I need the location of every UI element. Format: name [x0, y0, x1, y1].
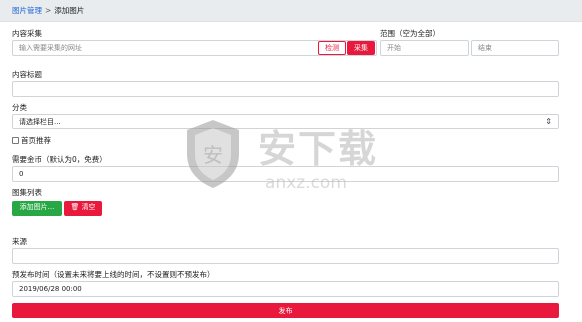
coins-label: 需要金币（默认为0，免费） — [12, 155, 107, 164]
range-end-placeholder: 结束 — [478, 44, 492, 52]
breadcrumb-separator: > — [45, 6, 52, 15]
breadcrumb-current: 添加图片 — [54, 6, 85, 15]
detect-button[interactable]: 检测 — [318, 41, 346, 55]
watermark-brand: 安下载 — [258, 127, 379, 171]
trash-icon: 🗑 — [70, 203, 80, 211]
publish-time-label: 预发布时间（设置未来将要上线的时间，不设置则不预发布） — [12, 270, 215, 279]
watermark-shield-icon: 安 — [183, 118, 243, 190]
watermark-domain: anxz.com — [265, 173, 347, 193]
source-input[interactable] — [12, 248, 559, 264]
title-label: 内容标题 — [12, 70, 42, 79]
range-start-placeholder: 开始 — [387, 44, 401, 52]
title-input[interactable] — [12, 81, 559, 97]
breadcrumb: 图片管理 > 添加图片 — [0, 0, 582, 22]
select-arrows-icon: ⇕ — [545, 117, 552, 126]
publish-time-input[interactable]: 2019/06/28 00:00 — [12, 281, 559, 297]
publish-button[interactable]: 发布 — [12, 303, 559, 318]
range-start-input[interactable]: 开始 — [380, 40, 469, 56]
range-label: 范围（空为全部） — [380, 29, 440, 38]
gallery-label: 图集列表 — [12, 188, 42, 197]
collect-label: 内容采集 — [12, 29, 42, 38]
source-label: 来源 — [12, 237, 27, 246]
collect-button[interactable]: 采集 — [347, 41, 375, 55]
clear-button[interactable]: 🗑 清空 — [64, 201, 102, 216]
homepage-recommend-label: 首页推荐 — [21, 136, 51, 145]
add-image-button[interactable]: 添加图片... — [12, 201, 62, 216]
breadcrumb-link-image-management[interactable]: 图片管理 — [12, 6, 42, 15]
clear-button-label: 清空 — [81, 203, 96, 211]
svg-text:安: 安 — [203, 143, 223, 167]
category-label: 分类 — [12, 103, 27, 112]
category-selected-value: 请选择栏目... — [19, 118, 61, 126]
collect-url-placeholder: 输入需要采集的网址 — [19, 44, 82, 52]
homepage-recommend-checkbox[interactable] — [12, 137, 19, 144]
range-end-input[interactable]: 结束 — [471, 40, 559, 56]
